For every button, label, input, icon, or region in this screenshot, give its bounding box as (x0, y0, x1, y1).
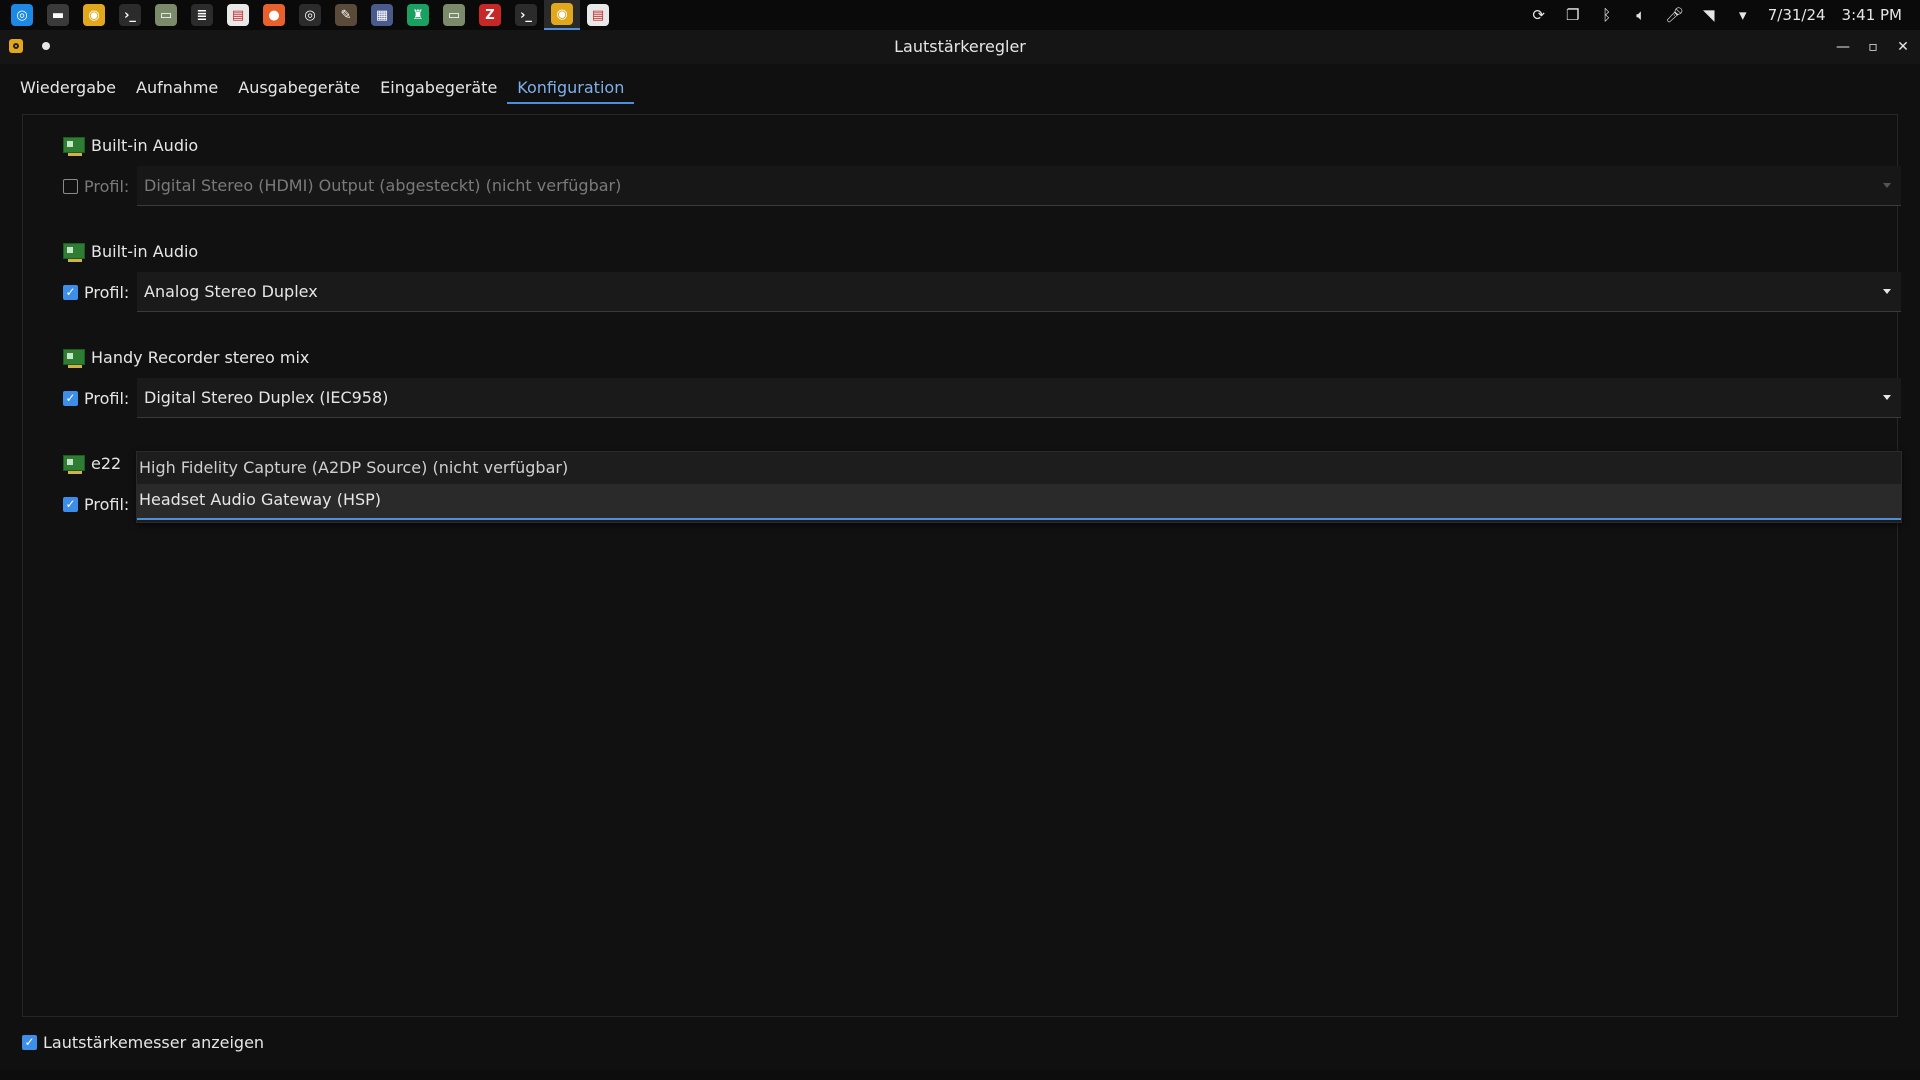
card-header: e22 (63, 451, 121, 475)
card-name: Built-in Audio (91, 241, 199, 261)
chevron-down-icon (1883, 182, 1891, 188)
tab-ausgabegeraete[interactable]: Ausgabegeräte (228, 74, 370, 104)
card-header: Built-in Audio (63, 239, 198, 263)
update-icon[interactable]: ⟳ (1522, 0, 1556, 30)
tab-bar: Wiedergabe Aufnahme Ausgabegeräte Eingab… (10, 74, 635, 104)
tab-konfiguration[interactable]: Konfiguration (507, 74, 635, 104)
volume-control-active-icon: ◉ (551, 3, 573, 25)
archive-launcher[interactable]: ≣ (184, 0, 220, 30)
card-name: Built-in Audio (91, 135, 199, 155)
filezilla-icon: Z (479, 4, 501, 26)
app-grid-icon: ▦ (371, 4, 393, 26)
card-name: e22 (91, 453, 122, 473)
configuration-panel: Built-in Audio Profil: Digital Stereo (H… (22, 114, 1901, 1017)
dropdown-option-selected[interactable]: Headset Audio Gateway (HSP) (137, 484, 1901, 520)
profile-row: ✓ Profil: (63, 484, 137, 524)
show-meters-option[interactable]: ✓ Lautstärkemesser anzeigen (22, 1030, 264, 1054)
volume-control-icon: ◉ (83, 4, 105, 26)
firefox-icon: ● (263, 4, 285, 26)
archive-icon: ≣ (191, 4, 213, 26)
firefox-launcher[interactable]: ● (256, 0, 292, 30)
file-manager-icon: ▭ (155, 4, 177, 26)
software-center-launcher[interactable]: ♜ (400, 0, 436, 30)
terminal-2-launcher[interactable]: ›_ (508, 0, 544, 30)
window-title: Lautstärkeregler (894, 37, 1026, 56)
minimize-icon[interactable]: — (1830, 35, 1856, 59)
profile-select[interactable]: Analog Stereo Duplex (137, 272, 1901, 312)
clipboard-icon[interactable]: ❐ (1556, 0, 1590, 30)
filezilla-launcher[interactable]: Z (472, 0, 508, 30)
terminal-icon: ›_ (119, 4, 141, 26)
profile-select-value: Digital Stereo Duplex (IEC958) (144, 388, 389, 407)
taskbar: ◎ ▬ ◉ ›_ ▭ ≣ ▤ ● ◎ ✎ ▦ ♜ ▭ Z ›_ ◉ ▤ ⟳ ❐ ᛒ 🔈︎ 🎤︎ ◥ ▾ 7/31… (0, 0, 1920, 30)
files-icon: ▬ (47, 4, 69, 26)
clock-date[interactable]: 7/31/24 (1760, 6, 1834, 24)
window-titlebar: Lautstärkeregler — ▫ ✕ (0, 30, 1920, 64)
sound-card-icon (63, 455, 85, 474)
show-meters-checkbox[interactable]: ✓ (22, 1034, 37, 1050)
volume-control-active-launcher[interactable]: ◉ (544, 0, 580, 30)
app-launcher-icon: ◎ (11, 4, 33, 26)
document-viewer-launcher[interactable]: ▤ (220, 0, 256, 30)
profile-label: Profil: (84, 494, 130, 514)
clock-time[interactable]: 3:41 PM (1834, 6, 1910, 24)
files-2-launcher[interactable]: ▭ (436, 0, 472, 30)
chevron-down-icon (1883, 394, 1891, 400)
volume-control-launcher[interactable]: ◉ (76, 0, 112, 30)
app-launcher-launcher[interactable]: ◎ (4, 0, 40, 30)
profile-select[interactable]: Digital Stereo Duplex (IEC958) (137, 378, 1901, 418)
file-manager-launcher[interactable]: ▭ (148, 0, 184, 30)
files-2-icon: ▭ (443, 4, 465, 26)
document-viewer-icon: ▤ (227, 4, 249, 26)
gimp-icon: ✎ (335, 4, 357, 26)
card-enable-checkbox[interactable]: ✓ (63, 284, 78, 300)
tab-eingabegeraete[interactable]: Eingabegeräte (370, 74, 507, 104)
gimp-launcher[interactable]: ✎ (328, 0, 364, 30)
camera-icon: ◎ (299, 4, 321, 26)
terminal-launcher[interactable]: ›_ (112, 0, 148, 30)
app-grid-launcher[interactable]: ▦ (364, 0, 400, 30)
terminal-2-icon: ›_ (515, 4, 537, 26)
profile-select-value: Digital Stereo (HDMI) Output (abgesteckt… (144, 176, 622, 195)
document-viewer-2-launcher[interactable]: ▤ (580, 0, 616, 30)
software-center-icon: ♜ (407, 4, 429, 26)
tab-aufnahme[interactable]: Aufnahme (126, 74, 228, 104)
dropdown-option[interactable]: High Fidelity Capture (A2DP Source) (nic… (137, 452, 1901, 484)
launcher-bar: ◎ ▬ ◉ ›_ ▭ ≣ ▤ ● ◎ ✎ ▦ ♜ ▭ Z ›_ ◉ ▤ (0, 0, 616, 30)
profile-row: Profil: (63, 166, 137, 206)
window-bottom-edge (0, 1070, 1920, 1080)
maximize-icon[interactable]: ▫ (1860, 35, 1886, 59)
close-icon[interactable]: ✕ (1890, 35, 1916, 59)
profile-select-value: Analog Stereo Duplex (144, 282, 318, 301)
sound-card-icon (63, 349, 85, 368)
profile-label: Profil: (84, 176, 130, 196)
card-enable-checkbox[interactable]: ✓ (63, 496, 78, 512)
profile-row: ✓ Profil: (63, 272, 137, 312)
document-viewer-2-icon: ▤ (587, 4, 609, 26)
caret-down-icon[interactable]: ▾ (1726, 0, 1760, 30)
speaker-icon[interactable]: 🔈︎ (1624, 0, 1658, 30)
card-enable-checkbox[interactable] (63, 178, 78, 194)
profile-label: Profil: (84, 388, 130, 408)
profile-dropdown-list: High Fidelity Capture (A2DP Source) (nic… (136, 451, 1902, 523)
show-meters-label: Lautstärkemesser anzeigen (43, 1032, 265, 1052)
tab-wiedergabe[interactable]: Wiedergabe (10, 74, 126, 104)
card-name: Handy Recorder stereo mix (91, 347, 310, 367)
system-tray: ⟳ ❐ ᛒ 🔈︎ 🎤︎ ◥ ▾ 7/31/24 3:41 PM (1522, 0, 1920, 30)
camera-launcher[interactable]: ◎ (292, 0, 328, 30)
card-header: Built-in Audio (63, 133, 198, 157)
card-enable-checkbox[interactable]: ✓ (63, 390, 78, 406)
chevron-down-icon (1883, 288, 1891, 294)
profile-label: Profil: (84, 282, 130, 302)
wifi-icon[interactable]: ◥ (1692, 0, 1726, 30)
microphone-icon[interactable]: 🎤︎ (1658, 0, 1692, 30)
card-header: Handy Recorder stereo mix (63, 345, 309, 369)
sound-card-icon (63, 137, 85, 156)
profile-select[interactable]: Digital Stereo (HDMI) Output (abgesteckt… (137, 166, 1901, 206)
bluetooth-icon[interactable]: ᛒ (1590, 0, 1624, 30)
profile-row: ✓ Profil: (63, 378, 137, 418)
sound-card-icon (63, 243, 85, 262)
files-launcher[interactable]: ▬ (40, 0, 76, 30)
